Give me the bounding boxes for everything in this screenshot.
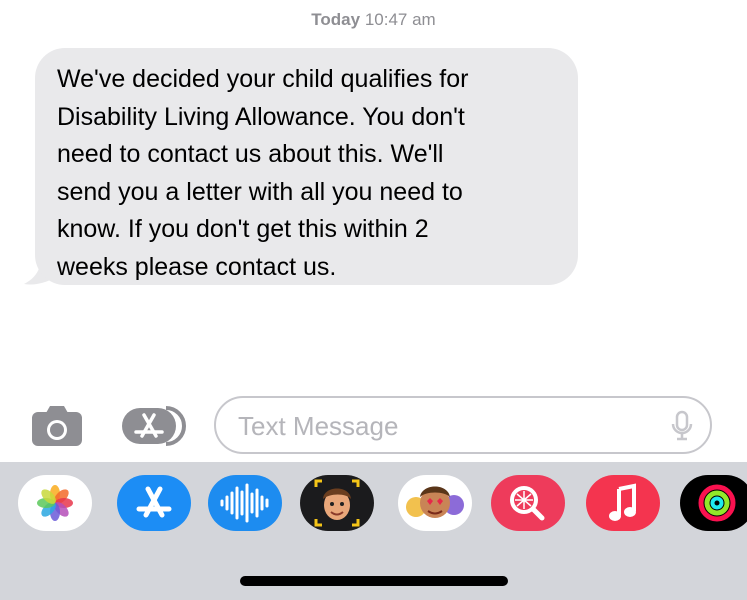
message-bubble[interactable]: We've decided your child qualifies for D… [35, 48, 578, 285]
text-message-input[interactable] [236, 398, 660, 454]
camera-icon [32, 406, 82, 446]
message-text: We've decided your child qualifies for D… [57, 65, 469, 281]
app-store-app-button[interactable] [117, 475, 191, 531]
app-store-app-icon [136, 486, 172, 518]
photos-app-button[interactable] [18, 475, 92, 531]
image-search-app-button[interactable] [491, 475, 565, 531]
image-search-app-icon [510, 486, 545, 521]
fitness-activity-app-icon [698, 484, 736, 522]
fitness-activity-app-button[interactable] [680, 475, 747, 531]
memoji-app-button[interactable] [300, 475, 374, 531]
audio-message-app-button[interactable] [208, 475, 282, 531]
home-indicator[interactable] [240, 576, 508, 586]
timestamp: Today 10:47 am [0, 10, 747, 30]
message-composer [0, 394, 747, 460]
audio-message-app-icon [220, 483, 269, 523]
app-drawer [0, 462, 747, 600]
timestamp-time: 10:47 am [364, 10, 436, 29]
music-app-icon [609, 483, 636, 521]
animoji-stickers-app-icon [406, 486, 464, 518]
music-app-button[interactable] [586, 475, 660, 531]
animoji-stickers-app-button[interactable] [398, 475, 472, 531]
camera-button[interactable] [30, 404, 84, 448]
photos-app-icon [37, 485, 73, 521]
memoji-app-icon [300, 475, 374, 531]
timestamp-day: Today [311, 10, 361, 29]
apps-button[interactable] [120, 404, 186, 448]
app-store-icon [122, 406, 186, 446]
microphone-icon[interactable] [670, 410, 694, 442]
text-message-field[interactable] [214, 396, 712, 454]
